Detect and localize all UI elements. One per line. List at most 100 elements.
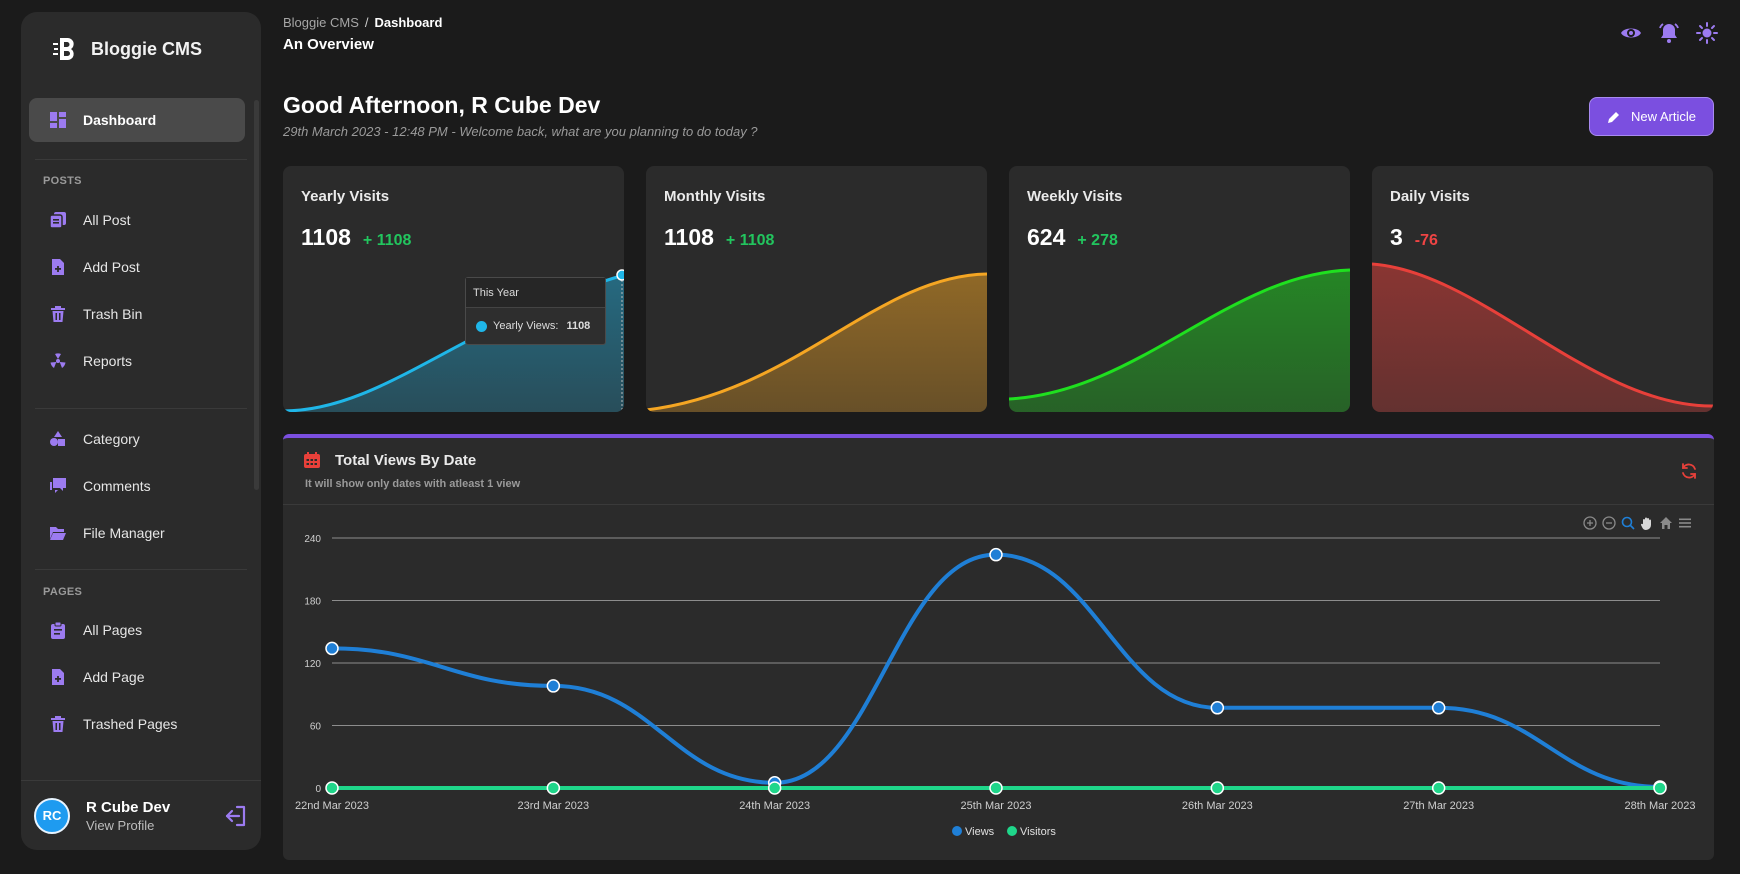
sidebar: Bloggie CMS Dashboard POSTS All Post Add… [21,12,261,850]
page-subtitle: An Overview [283,36,374,53]
data-point-views [546,679,561,693]
shapes-icon [49,430,67,448]
sidebar-item-label: Category [83,431,140,447]
sidebar-item-label: Dashboard [83,112,157,128]
new-article-label: New Article [1630,109,1697,124]
sidebar-item-all-post[interactable]: All Post [29,198,245,242]
sidebar-item-comments[interactable]: Comments [29,464,245,508]
sidebar-item-trashed-pages[interactable]: Trashed Pages [29,702,245,746]
sidebar-item-file-manager[interactable]: File Manager [29,511,245,555]
sidebar-item-all-pages[interactable]: All Pages [29,608,245,652]
logout-icon[interactable] [223,803,249,829]
divider [35,408,247,409]
file-plus-icon [49,668,67,686]
card-title: Monthly Visits [664,188,766,205]
x-tick-label: 24th Mar 2023 [739,800,810,812]
sidebar-item-trash-bin[interactable]: Trash Bin [29,292,245,336]
stat-card-daily: Daily Visits 3 -76 [1372,166,1713,412]
brand-name: Bloggie CMS [91,38,202,59]
sidebar-item-label: Add Post [83,259,140,275]
breadcrumb-root[interactable]: Bloggie CMS [283,15,359,30]
comments-icon [49,477,67,495]
card-delta: -76 [1414,232,1438,249]
breadcrumb: Bloggie CMS / Dashboard [283,15,442,30]
sidebar-item-category[interactable]: Category [29,417,245,461]
x-tick-label: 23rd Mar 2023 [518,800,590,812]
data-point-visitors [546,781,561,795]
x-tick-label: 22nd Mar 2023 [295,800,369,812]
documents-icon [49,211,67,229]
card-delta: + 1108 [362,232,412,249]
sparkline-weekly[interactable] [1009,262,1350,412]
sidebar-item-label: File Manager [83,525,165,541]
x-tick-label: 25th Mar 2023 [961,800,1032,812]
brand[interactable]: Bloggie CMS [51,36,202,62]
radiation-icon [49,352,67,370]
sidebar-scrollbar[interactable] [254,100,259,490]
view-profile-link[interactable]: View Profile [86,818,170,833]
stat-card-yearly: Yearly Visits 1108 + 1108 This Year Year… [283,166,624,412]
sidebar-item-label: Trash Bin [83,306,143,322]
new-article-button[interactable]: New Article [1589,97,1714,136]
data-point-visitors [325,781,339,795]
section-label-pages: PAGES [43,586,83,598]
sidebar-item-label: All Post [83,212,131,228]
sparkline-monthly[interactable] [646,262,987,412]
sidebar-item-label: Comments [83,478,151,494]
profile-name: R Cube Dev [86,798,171,816]
tooltip-value: 1108 [566,320,591,332]
data-point-views [1431,701,1446,715]
greeting-subline: 29th March 2023 - 12:48 PM - Welcome bac… [283,124,758,139]
card-value: 624 [1027,224,1066,250]
total-views-chart[interactable]: 240 180 120 60 0 22nd Mar 2023 23rd Mar 2023 24… [283,438,1714,860]
card-value: 3 [1390,224,1403,250]
breadcrumb-separator: / [364,15,369,30]
divider [35,159,247,160]
sidebar-item-add-post[interactable]: Add Post [29,245,245,289]
bell-icon[interactable] [1658,22,1680,44]
tooltip-title: This Year [466,278,605,308]
data-point-visitors [1431,781,1446,795]
data-point-views [989,547,1003,562]
card-title: Yearly Visits [301,188,390,205]
sidebar-item-reports[interactable]: Reports [29,339,245,383]
y-tick-label: 60 [310,722,322,733]
avatar[interactable]: RC [34,797,70,834]
tooltip-label: Yearly Views: [493,320,559,332]
sidebar-item-dashboard[interactable]: Dashboard [29,98,245,142]
sidebar-item-label: Add Page [83,669,145,685]
folder-open-icon [49,524,67,542]
sparkline-daily[interactable] [1372,262,1713,412]
section-label-posts: POSTS [43,175,82,187]
data-point-visitors [1210,781,1225,795]
trash-icon [49,305,67,323]
total-views-panel: Total Views By Date It will show only da… [283,434,1714,860]
y-tick-label: 180 [304,597,321,608]
brand-logo-icon [53,38,74,60]
legend-marker [1007,826,1017,836]
greeting: Good Afternoon, R Cube Dev [283,92,601,118]
legend-label: Visitors [1020,826,1056,838]
breadcrumb-current: Dashboard [374,15,443,30]
card-value: 1108 [664,224,714,250]
card-delta: + 278 [1077,232,1118,249]
dashboard-icon [49,111,67,129]
series-line-views [331,552,1661,789]
trash-icon [49,715,67,733]
legend-label: Views [965,826,995,838]
profile-section: RC R Cube Dev View Profile [21,780,261,850]
divider [35,569,247,570]
sidebar-item-add-page[interactable]: Add Page [29,655,245,699]
data-point-visitors [1653,781,1667,795]
card-value: 1108 [301,224,351,250]
sun-icon[interactable] [1696,22,1718,44]
chart-tooltip: This Year Yearly Views: 1108 [465,277,606,345]
eye-icon[interactable] [1620,22,1642,44]
x-tick-label: 28th Mar 2023 [1625,800,1696,812]
sidebar-item-label: Reports [83,353,133,369]
y-tick-label: 120 [304,659,321,670]
y-tick-label: 240 [304,534,321,545]
card-delta: + 1108 [725,232,775,249]
top-icons [1620,22,1718,44]
stat-card-monthly: Monthly Visits 1108 + 1108 [646,166,987,412]
